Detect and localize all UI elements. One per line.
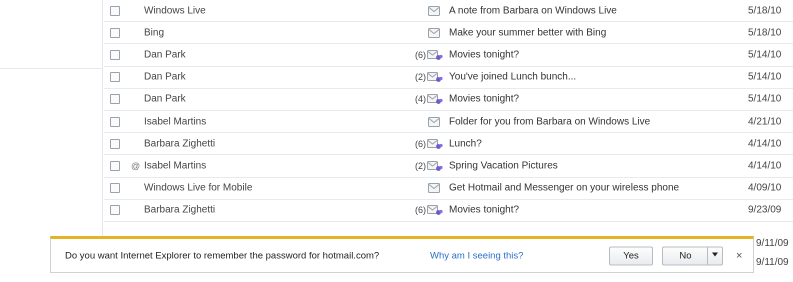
message-checkbox[interactable] xyxy=(110,205,120,216)
infobar-question: Do you want Internet Explorer to remembe… xyxy=(65,250,380,261)
envelope-icon xyxy=(426,5,443,17)
conversation-icon xyxy=(426,138,443,150)
message-row[interactable]: Dan Park (2) You've joined Lunch bunch... 5… xyxy=(104,67,793,89)
navigation-divider xyxy=(0,68,103,69)
conversation-count: (6) xyxy=(415,49,426,60)
message-date: 5/14/10 xyxy=(748,71,782,83)
conversation-icon xyxy=(426,71,443,83)
message-sender: Bing xyxy=(144,27,165,39)
yes-button[interactable]: Yes xyxy=(609,246,653,265)
message-row[interactable]: Barbara Zighetti (6) Movies tonight? 9/23/0… xyxy=(104,200,793,222)
message-date: 5/18/10 xyxy=(748,27,782,39)
attachment-indicator: @ xyxy=(131,160,141,171)
message-checkbox[interactable] xyxy=(110,116,120,127)
message-sender: Windows Live for Mobile xyxy=(144,182,253,194)
navigation-pane xyxy=(0,0,103,238)
message-row[interactable]: @ Isabel Martins (2) Spring Vacation Pictur… xyxy=(104,155,793,178)
message-subject[interactable]: Movies tonight? xyxy=(449,49,519,60)
conversation-icon xyxy=(426,49,443,61)
chevron-down-icon xyxy=(712,252,718,257)
message-subject[interactable]: A note from Barbara on Windows Live xyxy=(449,5,617,16)
envelope-icon xyxy=(426,182,443,194)
message-subject[interactable]: Get Hotmail and Messenger on your wirele… xyxy=(449,183,679,194)
message-subject[interactable]: Make your summer better with Bing xyxy=(449,27,606,38)
message-checkbox[interactable] xyxy=(110,183,120,194)
message-row[interactable]: Barbara Zighetti (6) Lunch? 4/14/10 xyxy=(104,133,793,156)
conversation-icon xyxy=(426,204,443,216)
message-sender: Dan Park xyxy=(144,49,186,61)
message-date: 9/11/09 xyxy=(756,238,789,249)
envelope-icon xyxy=(426,116,443,128)
message-date: 4/09/10 xyxy=(748,182,782,194)
more-options-dropdown-button[interactable] xyxy=(707,246,723,265)
message-subject[interactable]: Movies tonight? xyxy=(449,205,519,216)
conversation-count: (6) xyxy=(415,205,426,216)
message-list: Windows Live A note from Barbara on Windo… xyxy=(104,0,793,238)
message-sender: Barbara Zighetti xyxy=(144,204,216,216)
message-sender: Isabel Martins xyxy=(144,160,207,172)
message-subject[interactable]: You've joined Lunch bunch... xyxy=(449,72,576,83)
message-checkbox[interactable] xyxy=(110,138,120,149)
message-checkbox[interactable] xyxy=(110,94,120,105)
message-checkbox[interactable] xyxy=(110,160,120,171)
message-date: 5/14/10 xyxy=(748,93,782,105)
message-row[interactable]: Dan Park (4) Movies tonight? 5/14/10 xyxy=(104,89,793,111)
message-subject[interactable]: Lunch? xyxy=(449,138,482,149)
message-date: 9/23/09 xyxy=(748,204,782,216)
close-icon[interactable]: × xyxy=(736,250,742,262)
message-row[interactable]: Isabel Martins Folder for you from Barbar… xyxy=(104,111,793,134)
message-row[interactable]: Bing Make your summer better with Bing 5/1… xyxy=(104,22,793,45)
message-date: 5/18/10 xyxy=(748,5,782,17)
hotmail-window: Windows Live A note from Barbara on Windo… xyxy=(0,0,793,282)
message-date: 5/14/10 xyxy=(748,49,782,61)
message-date: 4/21/10 xyxy=(748,116,782,128)
message-row[interactable]: Dan Park (6) Movies tonight? 5/14/10 xyxy=(104,44,793,67)
message-row[interactable]: Windows Live A note from Barbara on Windo… xyxy=(104,0,793,23)
message-checkbox[interactable] xyxy=(110,27,120,38)
conversation-icon xyxy=(426,160,443,172)
message-subject[interactable]: Folder for you from Barbara on Windows L… xyxy=(449,116,650,127)
conversation-icon xyxy=(426,93,443,105)
conversation-count: (4) xyxy=(415,94,426,105)
message-date: 9/11/09 xyxy=(756,257,789,268)
conversation-count: (6) xyxy=(415,138,426,149)
message-sender: Barbara Zighetti xyxy=(144,138,216,150)
envelope-icon xyxy=(426,27,443,39)
message-subject[interactable]: Spring Vacation Pictures xyxy=(449,160,558,171)
message-checkbox[interactable] xyxy=(110,49,120,60)
message-date: 4/14/10 xyxy=(748,138,782,150)
message-sender: Dan Park xyxy=(144,93,186,105)
password-infobar: Do you want Internet Explorer to remembe… xyxy=(50,236,754,273)
no-button[interactable]: No xyxy=(662,246,708,265)
message-checkbox[interactable] xyxy=(110,72,120,83)
conversation-count: (2) xyxy=(415,160,426,171)
message-checkbox[interactable] xyxy=(110,5,120,16)
conversation-count: (2) xyxy=(415,72,426,83)
message-sender: Windows Live xyxy=(144,5,206,17)
message-sender: Isabel Martins xyxy=(144,116,207,128)
message-date: 4/14/10 xyxy=(748,160,782,172)
why-am-i-seeing-this-link[interactable]: Why am I seeing this? xyxy=(430,250,523,261)
message-subject[interactable]: Movies tonight? xyxy=(449,94,519,105)
message-sender: Dan Park xyxy=(144,71,186,83)
message-row[interactable]: Windows Live for Mobile Get Hotmail and M… xyxy=(104,178,793,200)
